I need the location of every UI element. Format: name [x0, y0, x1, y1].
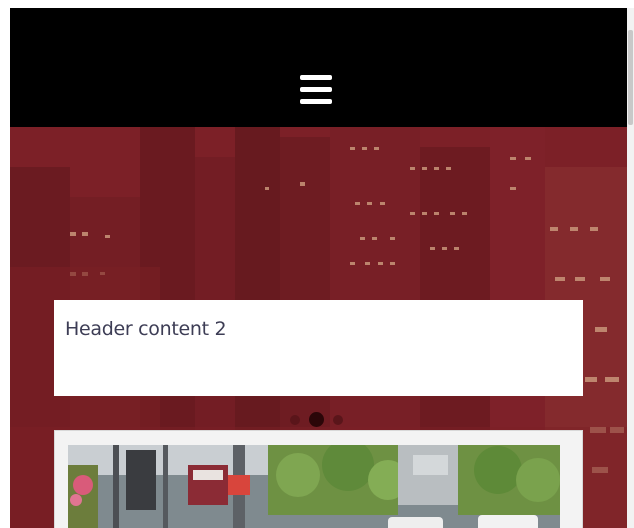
carousel-indicators [10, 412, 627, 428]
header-content-text: Header content 2 [65, 318, 227, 340]
carousel-dot-2[interactable] [309, 412, 324, 427]
street-scene-photo [68, 445, 560, 528]
hamburger-menu-icon[interactable] [297, 75, 335, 109]
header-content-card: Header content 2 [54, 300, 583, 396]
page-frame: Header content 2 [10, 8, 627, 528]
street-scene-image [68, 445, 560, 528]
carousel-dot-1[interactable] [290, 415, 300, 425]
carousel-dot-3[interactable] [333, 415, 343, 425]
photo-card [54, 430, 583, 528]
top-navbar [10, 8, 627, 127]
scrollbar-thumb[interactable] [628, 30, 633, 125]
